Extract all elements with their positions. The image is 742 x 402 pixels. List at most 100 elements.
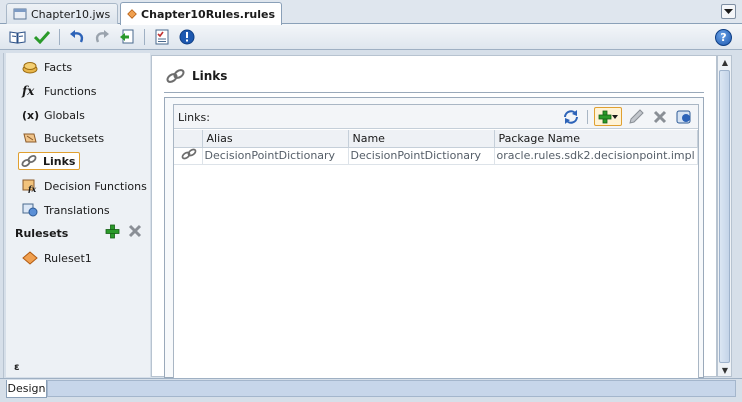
toolbar-separator [59,28,60,45]
rules-navigator: Facts fx Functions (x) Globals Bucketset… [6,53,150,377]
nav-item-label: Bucketsets [44,131,105,145]
collapse-navigator-icon[interactable]: ε [14,362,20,373]
links-icon [21,154,37,168]
chevron-down-icon [612,114,618,119]
delete-icon [653,110,667,123]
nav-item-ruleset1[interactable]: Ruleset1 [8,247,148,269]
rules-file-icon [127,9,137,19]
rulesets-actions [105,224,142,239]
delete-ruleset-icon[interactable] [128,224,142,238]
edit-link-button[interactable] [626,107,646,126]
bucketsets-icon [23,133,37,143]
vertical-scrollbar[interactable]: ▲ ▼ [717,55,732,377]
table-row[interactable]: DecisionPointDictionary DecisionPointDic… [174,147,698,165]
links-panel: Links Links: Alias Name Package Name Dec… [151,55,717,379]
links-table-container: Links: Alias Name Package Name DecisionP… [173,104,699,379]
rulesets-heading: Rulesets [15,226,69,240]
cell-name[interactable]: DecisionPointDictionary [348,147,495,165]
toolbar-separator [587,109,588,124]
page-title: Links [166,68,227,84]
bottom-tab-track [47,380,736,397]
rules-toolbar [0,24,742,50]
add-link-button[interactable] [594,107,622,126]
links-icon [166,69,185,83]
nav-item-links[interactable]: Links [8,150,148,172]
title-divider [164,92,704,93]
links-tools [561,107,694,126]
nav-item-label: Links [43,154,76,168]
add-ruleset-icon[interactable] [105,224,120,239]
column-header-name[interactable]: Name [348,130,495,148]
export-icon [120,29,134,43]
book-icon [9,30,25,44]
selected-item-box: Links [18,152,81,170]
column-header-icon [174,130,203,148]
refresh-button[interactable] [561,107,581,126]
tab-label: Chapter10.jws [31,7,111,21]
scroll-down-arrow[interactable]: ▼ [720,365,730,375]
column-header-alias[interactable]: Alias [202,130,349,148]
tab-chapter10rules-rules[interactable]: Chapter10Rules.rules [120,2,282,25]
nav-item-label: Facts [44,60,73,74]
export-button[interactable] [116,27,138,47]
nav-item-label: Globals [44,108,85,122]
editor-tab-bar: Chapter10.jws Chapter10Rules.rules [0,0,742,25]
toolbar-separator [144,28,145,45]
cell-alias[interactable]: DecisionPointDictionary [202,147,349,165]
validate-button[interactable] [31,27,53,47]
nav-item-label: Translations [44,203,110,217]
links-table: Alias Name Package Name DecisionPointDic… [174,130,698,165]
tab-design[interactable]: Design [6,380,47,398]
report-icon [155,29,169,44]
ruleset-icon [22,251,38,265]
links-table-toolbar: Links: [174,105,698,129]
link-properties-button[interactable] [674,107,694,126]
pencil-icon [629,108,644,124]
info-button[interactable] [176,27,198,47]
nav-item-label: Functions [44,84,97,98]
table-header-row: Alias Name Package Name [174,130,698,148]
chevron-down-icon [724,8,733,14]
scrollbar-thumb[interactable] [719,70,730,363]
links-group: Links: Alias Name Package Name DecisionP… [164,97,704,379]
undo-icon [70,29,84,42]
nav-item-functions[interactable]: fx Functions [8,80,148,102]
links-icon [181,148,197,160]
nav-item-translations[interactable]: Translations [8,199,148,221]
cell-package-name[interactable]: oracle.rules.sdk2.decisionpoint.impl [494,147,698,165]
globals-x-icon: (x) [22,108,40,122]
nav-item-bucketsets[interactable]: Bucketsets [8,127,148,149]
column-header-package-name[interactable]: Package Name [494,130,698,148]
facts-icon [22,62,38,74]
functions-fx-icon: fx [22,84,35,98]
translations-icon [22,203,38,217]
nav-item-label: Ruleset1 [44,251,92,265]
tab-label: Chapter10Rules.rules [141,7,275,21]
help-button[interactable]: ? [715,29,732,46]
nav-item-decision-functions[interactable]: fx Decision Functions [8,175,148,197]
workspace-icon [13,8,27,20]
undo-button[interactable] [66,27,88,47]
refresh-icon [564,109,578,124]
redo-button[interactable] [91,27,113,47]
tab-list-button[interactable] [721,4,736,19]
divider [3,53,4,379]
page-title-text: Links [192,69,228,83]
rulesets-section-header: Rulesets [15,223,150,243]
book-button[interactable] [6,27,28,47]
info-icon [179,29,195,44]
database-link-icon [676,110,691,123]
scroll-up-arrow[interactable]: ▲ [720,57,730,67]
nav-item-globals[interactable]: (x) Globals [8,104,148,126]
delete-link-button[interactable] [650,107,670,126]
decision-functions-icon: fx [22,179,36,193]
svg-text:fx: fx [27,184,36,193]
redo-icon [95,29,109,42]
report-button[interactable] [151,27,173,47]
nav-item-facts[interactable]: Facts [8,56,148,78]
add-icon [598,110,612,123]
links-table-label: Links: [178,111,210,124]
tab-chapter10-jws[interactable]: Chapter10.jws [6,3,118,24]
validate-check-icon [34,30,50,44]
nav-item-label: Decision Functions [44,179,147,193]
